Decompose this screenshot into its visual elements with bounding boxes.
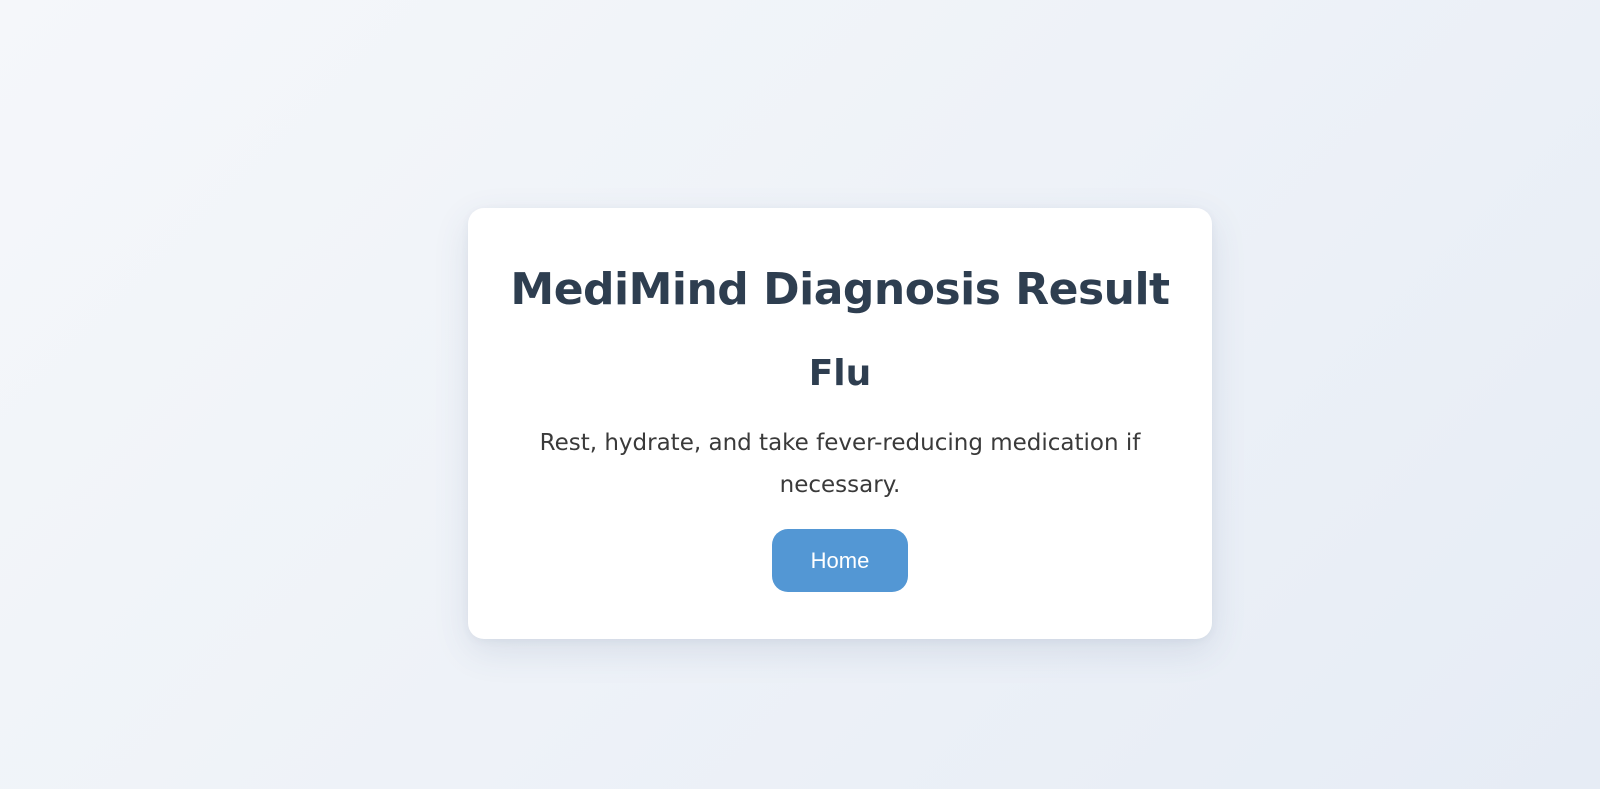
page-title: MediMind Diagnosis Result <box>510 264 1170 315</box>
home-button[interactable]: Home <box>772 529 908 592</box>
treatment-advice: Rest, hydrate, and take fever-reducing m… <box>539 430 1141 498</box>
diagnosis-result-card: MediMind Diagnosis Result Flu Rest, hydr… <box>468 208 1212 639</box>
diagnosis-name: Flu <box>808 353 872 394</box>
